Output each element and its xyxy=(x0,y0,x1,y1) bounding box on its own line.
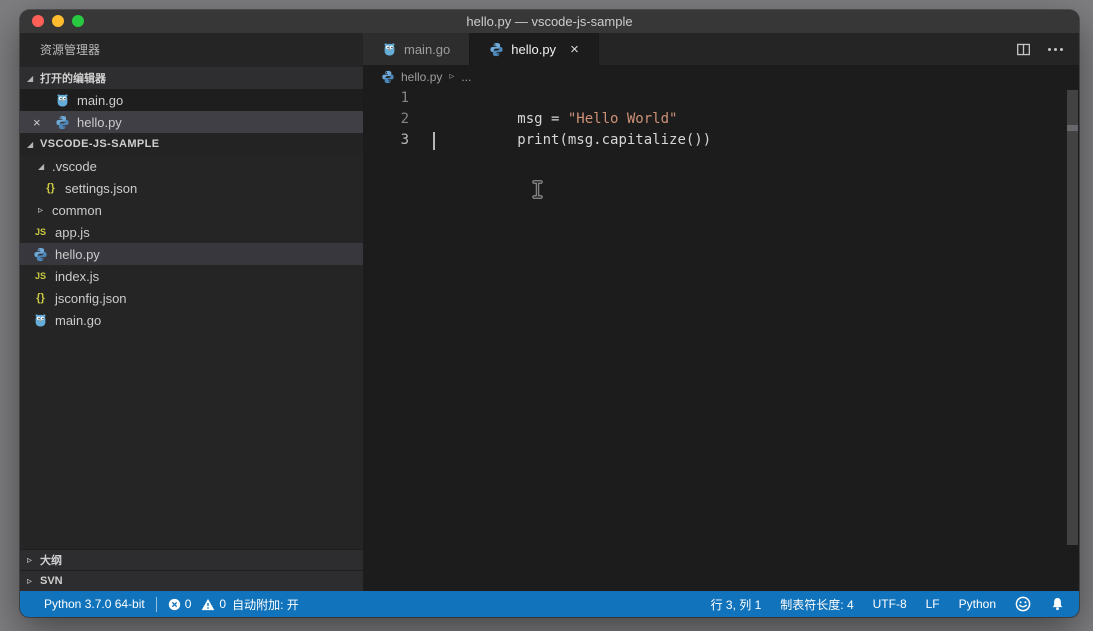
editor-scrollbar-thumb[interactable] xyxy=(1067,90,1078,545)
indentation-status[interactable]: 制表符长度: 4 xyxy=(780,596,853,613)
tree-item-label: jsconfig.json xyxy=(55,291,127,306)
sidebar-empty-space xyxy=(20,331,363,549)
chevron-expanded-icon: ◢ xyxy=(27,140,40,149)
warning-icon xyxy=(201,598,215,611)
open-editor-label: main.go xyxy=(77,93,123,108)
tab-label: hello.py xyxy=(511,42,556,57)
svn-panel-header[interactable]: ▹ SVN xyxy=(20,570,363,591)
error-icon xyxy=(168,598,181,611)
overview-ruler-marker xyxy=(1067,125,1078,131)
close-editor-icon[interactable]: × xyxy=(33,115,55,130)
tree-item-jsconfig-json[interactable]: {} jsconfig.json xyxy=(20,287,363,309)
python-interpreter-status[interactable]: Python 3.7.0 64-bit xyxy=(44,597,145,611)
code-line-3: 3 xyxy=(363,130,1079,151)
minimize-window-button[interactable] xyxy=(52,15,64,27)
warning-count: 0 xyxy=(219,597,226,611)
tree-item-app-js[interactable]: JS app.js xyxy=(20,221,363,243)
chevron-collapsed-icon: ▹ xyxy=(27,576,40,587)
tree-item-label: main.go xyxy=(55,313,101,328)
editor-tabbar: main.go hello.py × xyxy=(363,33,1079,65)
more-actions-icon[interactable] xyxy=(1048,48,1063,51)
python-file-icon xyxy=(33,247,48,262)
status-divider xyxy=(156,597,157,612)
tree-item-common-folder[interactable]: ▹ common xyxy=(20,199,363,221)
chevron-collapsed-icon: ▹ xyxy=(38,205,51,216)
open-editor-item-hello-py[interactable]: × hello.py xyxy=(20,111,363,133)
tree-item-label: .vscode xyxy=(52,159,97,174)
breadcrumb-file-name: hello.py xyxy=(401,70,442,84)
outline-panel-label: 大纲 xyxy=(40,552,62,568)
split-editor-icon[interactable] xyxy=(1016,42,1031,57)
project-root-header[interactable]: ◢ VSCODE-JS-SAMPLE xyxy=(20,133,363,155)
tree-item-settings-json[interactable]: {} settings.json xyxy=(20,177,363,199)
cursor-position-status[interactable]: 行 3, 列 1 xyxy=(711,596,762,613)
python-file-icon xyxy=(381,70,395,84)
go-file-icon xyxy=(33,313,48,328)
tree-item-label: settings.json xyxy=(65,181,137,196)
open-editors-label: 打开的编辑器 xyxy=(40,70,106,86)
breadcrumb-chevron-icon: ▹ xyxy=(449,71,454,82)
project-root-label: VSCODE-JS-SAMPLE xyxy=(40,138,159,150)
titlebar[interactable]: hello.py — vscode-js-sample xyxy=(20,10,1079,33)
go-file-icon xyxy=(382,42,397,57)
mouse-cursor-ibeam xyxy=(532,180,543,199)
vscode-window: hello.py — vscode-js-sample 资源管理器 ◢ 打开的编… xyxy=(20,10,1079,617)
explorer-sidebar: 资源管理器 ◢ 打开的编辑器 main.go × hello.py ◢ xyxy=(20,33,363,591)
feedback-smiley-icon[interactable] xyxy=(1015,596,1031,612)
tree-item-main-go[interactable]: main.go xyxy=(20,309,363,331)
editor-group: main.go hello.py × xyxy=(363,33,1079,591)
problems-status[interactable]: 0 0 xyxy=(168,597,232,611)
tree-item-label: index.js xyxy=(55,269,99,284)
tab-main-go[interactable]: main.go xyxy=(363,33,470,65)
outline-panel-header[interactable]: ▹ 大纲 xyxy=(20,549,363,570)
tree-item-label: app.js xyxy=(55,225,90,240)
breadcrumb-more: ... xyxy=(461,70,471,84)
window-title: hello.py — vscode-js-sample xyxy=(20,10,1079,33)
encoding-status[interactable]: UTF-8 xyxy=(873,597,907,611)
tree-item-hello-py[interactable]: hello.py xyxy=(20,243,363,265)
close-tab-icon[interactable]: × xyxy=(570,42,579,57)
error-count: 0 xyxy=(185,597,192,611)
chevron-collapsed-icon: ▹ xyxy=(27,555,40,566)
language-mode-status[interactable]: Python xyxy=(959,597,996,611)
tree-item-label: hello.py xyxy=(55,247,100,262)
tab-label: main.go xyxy=(404,42,450,57)
js-file-icon: JS xyxy=(33,269,48,284)
close-window-button[interactable] xyxy=(32,15,44,27)
line-number: 2 xyxy=(363,109,409,130)
code-line-1: 1msg = "Hello World" xyxy=(363,88,1079,109)
json-file-icon: {} xyxy=(43,181,58,196)
python-file-icon xyxy=(489,42,504,57)
text-cursor xyxy=(433,132,435,150)
notifications-bell-icon[interactable] xyxy=(1050,596,1065,612)
chevron-expanded-icon: ◢ xyxy=(27,74,40,83)
tree-item-label: common xyxy=(52,203,102,218)
chevron-expanded-icon: ◢ xyxy=(38,162,51,171)
auto-attach-status[interactable]: 自动附加: 开 xyxy=(232,596,299,613)
eol-status[interactable]: LF xyxy=(926,597,940,611)
code-editor[interactable]: 1msg = "Hello World" 2print(msg.capitali… xyxy=(363,88,1079,591)
js-file-icon: JS xyxy=(33,225,48,240)
python-file-icon xyxy=(55,115,70,130)
line-number: 1 xyxy=(363,88,409,109)
open-editors-header[interactable]: ◢ 打开的编辑器 xyxy=(20,67,363,89)
breadcrumb[interactable]: hello.py ▹ ... xyxy=(363,65,1079,88)
line-number: 3 xyxy=(363,130,409,151)
explorer-title: 资源管理器 xyxy=(20,33,363,67)
open-editor-label: hello.py xyxy=(77,115,122,130)
code-line-2: 2print(msg.capitalize()) xyxy=(363,109,1079,130)
open-editor-item-main-go[interactable]: main.go xyxy=(20,89,363,111)
svn-panel-label: SVN xyxy=(40,575,63,587)
tree-item-vscode-folder[interactable]: ◢ .vscode xyxy=(20,155,363,177)
json-file-icon: {} xyxy=(33,291,48,306)
traffic-lights xyxy=(32,15,84,27)
zoom-window-button[interactable] xyxy=(72,15,84,27)
tab-hello-py[interactable]: hello.py × xyxy=(470,33,599,65)
tree-item-index-js[interactable]: JS index.js xyxy=(20,265,363,287)
go-file-icon xyxy=(55,93,70,108)
status-bar: Python 3.7.0 64-bit 0 0 自动附加: 开 行 3, 列 1… xyxy=(20,591,1079,617)
